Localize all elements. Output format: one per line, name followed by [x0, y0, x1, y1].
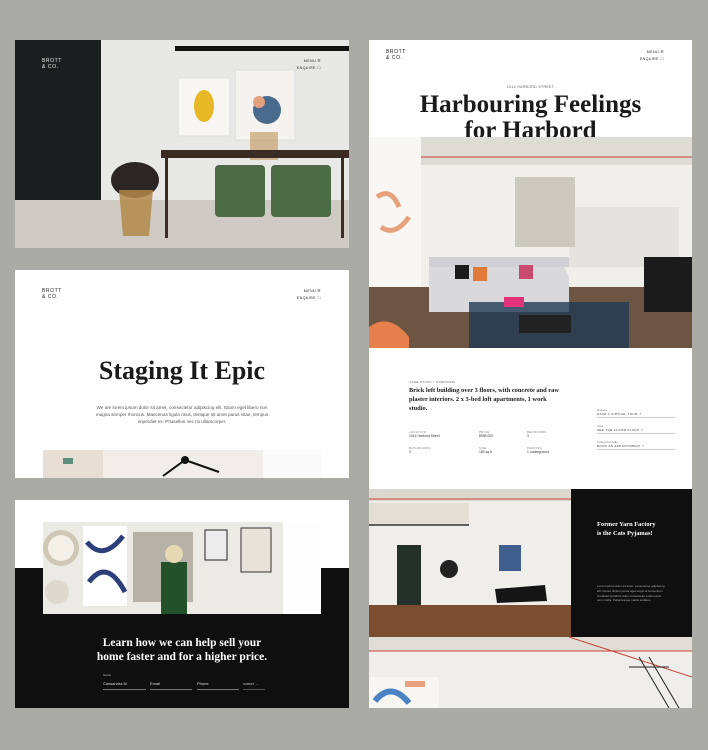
nav: MENU ☰ ENQUIRE ☐ [297, 58, 321, 72]
logo[interactable]: BROTT & CO. [42, 58, 62, 70]
detail-price: PRICE $995,000 [479, 430, 494, 438]
details-grid: LOCATION 1014 Harbord Street PRICE $995,… [409, 430, 574, 470]
detail-size: SIZE 180 sq ft [479, 446, 493, 454]
nav: MENU ☰ ENQUIRE ☐ [297, 288, 321, 302]
floor-plans-link[interactable]: View SEE THE FLOOR PLANS ↗ [597, 424, 675, 434]
detail-bathrooms: BATHROOMS 2 [409, 446, 431, 454]
logo-line-2: & CO. [386, 55, 403, 61]
menu-link[interactable]: MENU ☰ [297, 58, 321, 65]
intro-text: We are lorem ipsum dolor sit amet, conse… [95, 405, 269, 424]
name-field[interactable]: Name Cassandra M [103, 673, 146, 690]
card-contact: Learn how we can help sell your home fas… [15, 500, 349, 708]
logo[interactable]: BROTT & CO. [386, 49, 406, 61]
loft-stairs-photo [369, 637, 692, 708]
detail-parking: PARKING 1 underground [527, 446, 550, 454]
address-label: 1014 HARBORD STREET [506, 85, 555, 89]
feature-title-line-2: is the Cats Pyjamas! [597, 530, 653, 537]
email-field-placeholder: Email [150, 681, 161, 686]
collage-photo [43, 522, 321, 614]
name-field-value: Cassandra M [103, 681, 127, 686]
submit-button[interactable]: SUBMIT → [243, 676, 265, 690]
submit-label: SUBMIT → [243, 682, 259, 686]
menu-link[interactable]: MENU ☰ [297, 288, 321, 295]
contact-headline: Learn how we can help sell your home fas… [15, 636, 349, 664]
feature-body: Lorem ipsum dolor sit amet, consectetur … [597, 584, 665, 603]
phone-field-placeholder: Phone [197, 681, 209, 686]
card-staging: BROTT & CO. MENU ☰ ENQUIRE ☐ Staging It … [15, 270, 349, 478]
headline-line-1: Learn how we can help sell your [102, 637, 262, 649]
appointment-link[interactable]: Listing For Sale BOOK AN APPOINTMENT ↗ [597, 440, 675, 450]
action-links: Enquire HAVE A VIRTUAL TOUR ↗ View SEE T… [597, 408, 675, 450]
page-title: Staging It Epic [98, 356, 266, 385]
nav: MENU ☰ ENQUIRE ☐ [640, 49, 664, 63]
enquire-link[interactable]: ENQUIRE ☐ [297, 295, 321, 302]
menu-link[interactable]: MENU ☰ [640, 49, 664, 56]
card-dining-hero: BROTT & CO. MENU ☰ ENQUIRE ☐ [15, 40, 349, 248]
logo[interactable]: BROTT & CO. [42, 288, 62, 300]
card-harbord: BROTT & CO. MENU ☰ ENQUIRE ☐ 1014 HARBOR… [369, 40, 692, 708]
headline-line-2: home faster and for a higher price. [96, 651, 268, 663]
piano-room-photo [369, 489, 571, 637]
enquire-link[interactable]: ENQUIRE ☐ [640, 56, 664, 63]
logo-line-2: & CO. [42, 64, 59, 70]
detail-bedrooms: BEDROOMS 3 [527, 430, 547, 438]
name-field-label: Name [103, 673, 112, 677]
email-field[interactable]: Email [150, 676, 192, 690]
feature-panel: Former Yarn Factory is the Cats Pyjamas!… [571, 489, 692, 637]
section-label: CASE STUDY / OVERVIEW [409, 380, 456, 384]
property-description: Brick loft building over 3 floors, with … [409, 387, 559, 412]
title-line-1: Harbouring Feelings [419, 91, 642, 118]
loft-living-photo [369, 137, 692, 348]
feature-title: Former Yarn Factory is the Cats Pyjamas! [597, 520, 656, 538]
enquire-link[interactable]: ENQUIRE ☐ [297, 65, 321, 72]
detail-location: LOCATION 1014 Harbord Street [409, 430, 440, 438]
interior-photo-strip [43, 450, 321, 478]
logo-line-2: & CO. [42, 294, 59, 300]
feature-title-line-1: Former Yarn Factory [597, 521, 656, 528]
virtual-tour-link[interactable]: Enquire HAVE A VIRTUAL TOUR ↗ [597, 408, 675, 418]
phone-field[interactable]: Phone [197, 676, 239, 690]
